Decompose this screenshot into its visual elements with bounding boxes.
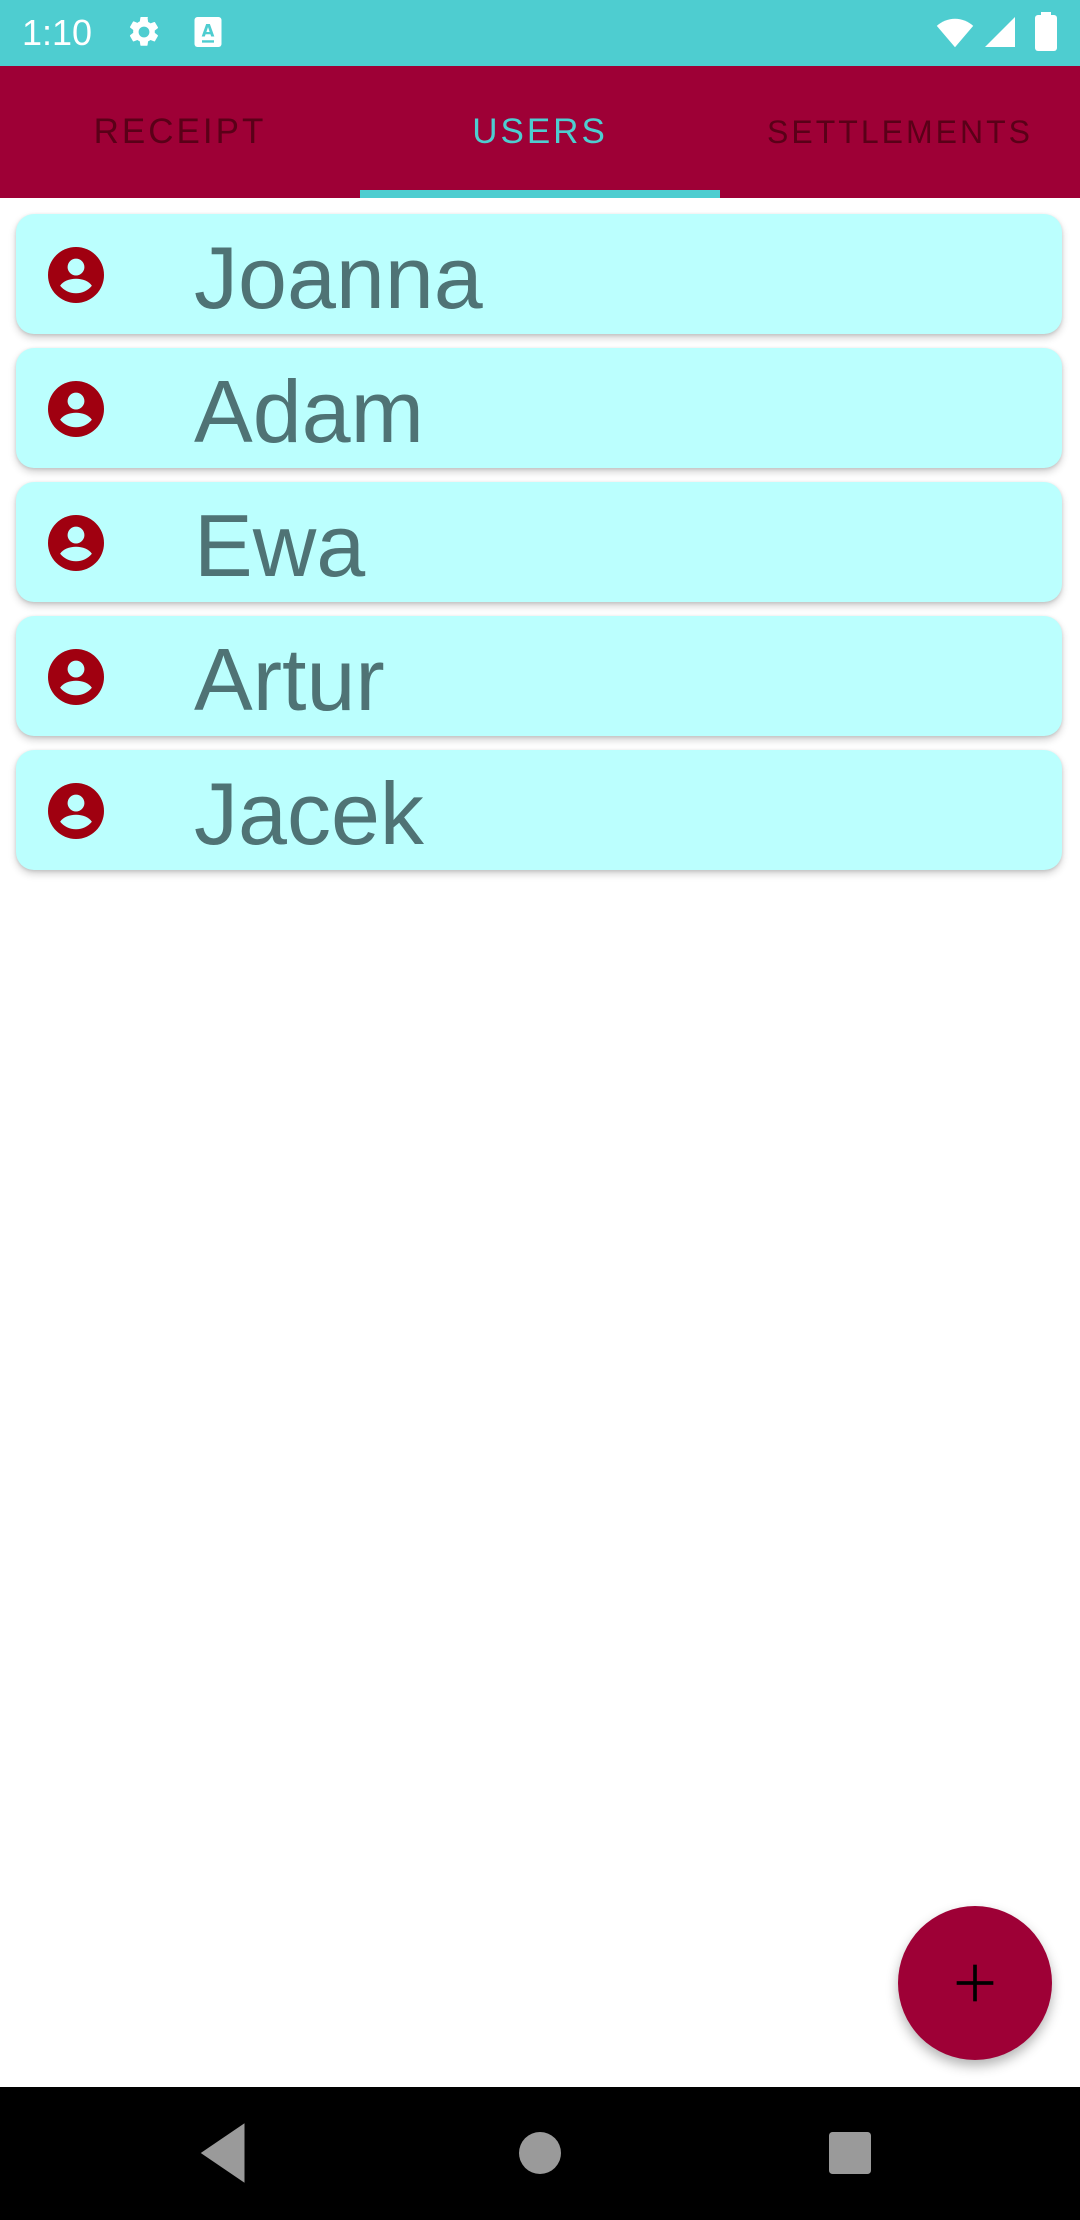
settings-icon bbox=[129, 16, 159, 46]
user-name: Jacek bbox=[194, 764, 424, 863]
user-list-item[interactable]: Ewa bbox=[16, 482, 1062, 602]
plus-icon bbox=[956, 1964, 994, 2002]
add-user-button[interactable] bbox=[898, 1906, 1052, 2060]
account-circle-icon bbox=[48, 783, 104, 839]
user-name: Adam bbox=[194, 362, 424, 461]
account-circle-icon bbox=[48, 649, 104, 705]
user-list-item[interactable]: Adam bbox=[16, 348, 1062, 468]
tab-bar: RECEIPT USERS SETTLEMENTS bbox=[0, 66, 1080, 198]
active-tab-indicator bbox=[360, 190, 720, 198]
status-bar: 1:10 A bbox=[0, 0, 1080, 66]
account-circle-icon bbox=[48, 381, 104, 437]
svg-text:A: A bbox=[202, 22, 215, 41]
account-circle-icon bbox=[48, 247, 104, 303]
user-list-item[interactable]: Jacek bbox=[16, 750, 1062, 870]
tab-users[interactable]: USERS bbox=[360, 66, 720, 198]
status-time: 1:10 bbox=[22, 12, 93, 53]
user-name: Ewa bbox=[194, 496, 366, 595]
signal-icon bbox=[985, 17, 1015, 47]
tab-settlements[interactable]: SETTLEMENTS bbox=[720, 66, 1080, 198]
recents-icon[interactable] bbox=[808, 2111, 892, 2195]
user-name: Artur bbox=[194, 630, 385, 729]
users-screen: 1:10 A RECEIPT USERS SETTLEMENTS Joanna … bbox=[0, 0, 1080, 2220]
user-name: Joanna bbox=[194, 228, 483, 327]
account-circle-icon bbox=[48, 515, 104, 571]
user-list-item[interactable]: Joanna bbox=[16, 214, 1062, 334]
wifi-icon bbox=[936, 18, 974, 48]
navigation-bar bbox=[0, 2087, 1080, 2220]
font-a-icon: A bbox=[194, 17, 222, 47]
tab-receipt[interactable]: RECEIPT bbox=[0, 66, 360, 198]
battery-icon bbox=[1035, 12, 1057, 51]
user-list-item[interactable]: Artur bbox=[16, 616, 1062, 736]
back-icon[interactable] bbox=[185, 2111, 269, 2195]
home-icon[interactable] bbox=[498, 2111, 582, 2195]
